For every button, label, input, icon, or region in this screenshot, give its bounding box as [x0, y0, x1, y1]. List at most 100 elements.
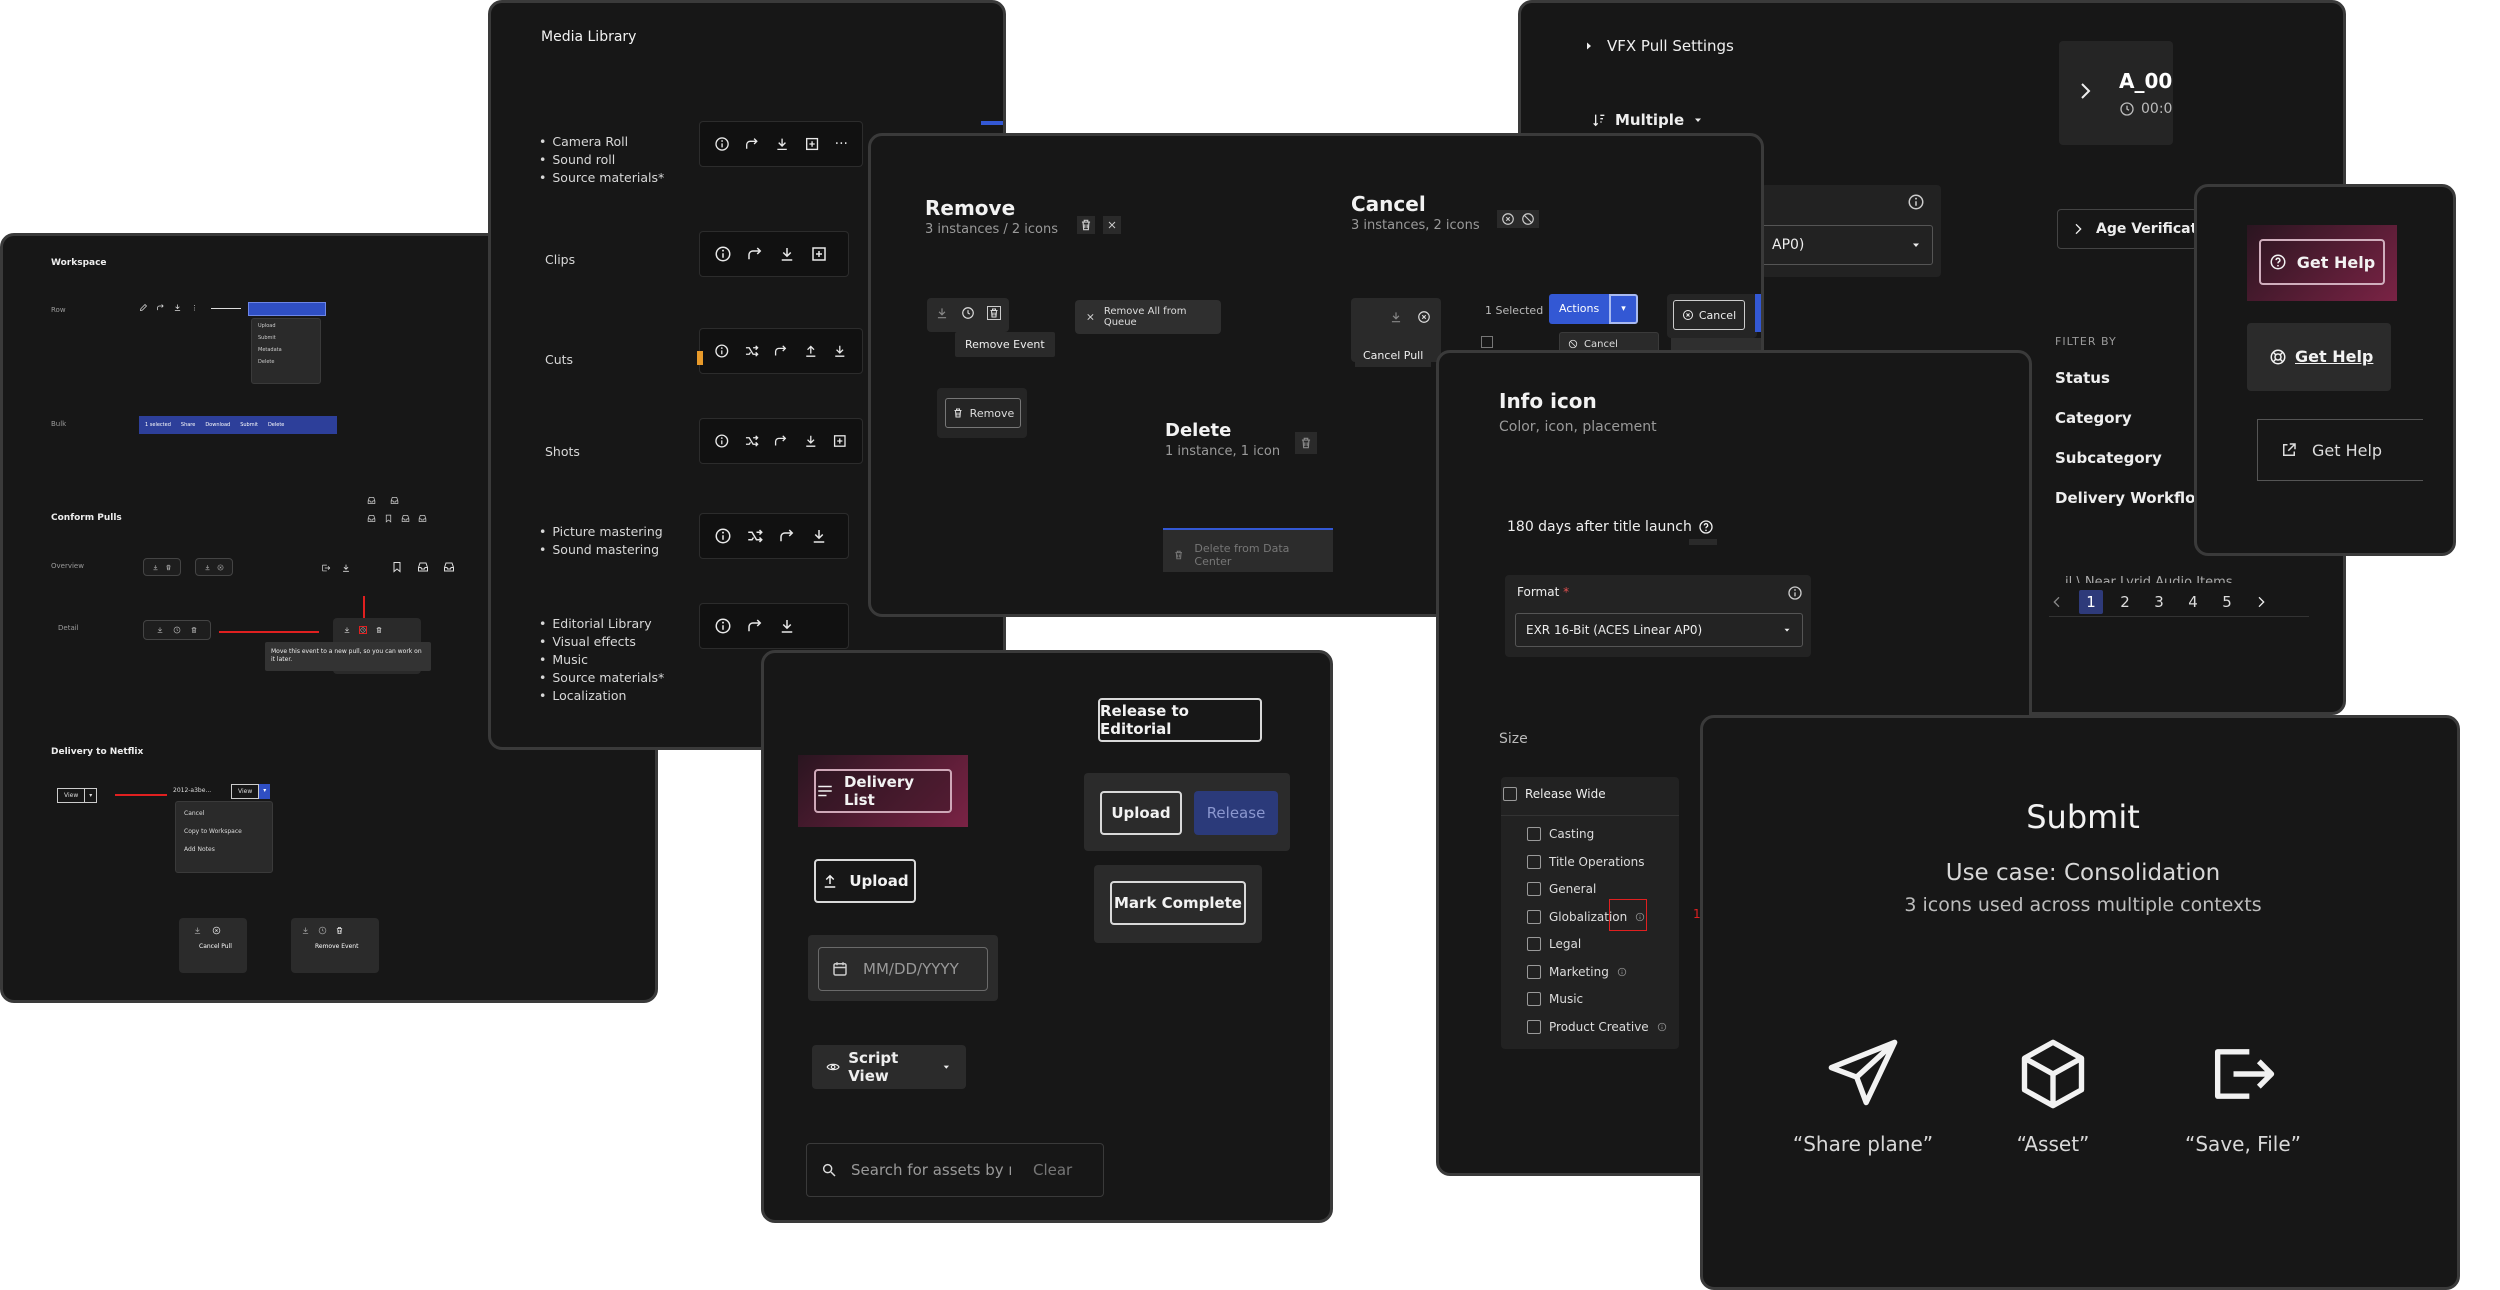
checkbox[interactable]	[1527, 854, 1541, 869]
merge-icon[interactable]	[744, 342, 760, 360]
filter-item[interactable]: Category	[2055, 409, 2209, 427]
row-menu-item[interactable]: Metadata	[258, 347, 314, 353]
info-icon[interactable]	[714, 135, 730, 153]
download-icon[interactable]	[193, 926, 202, 935]
download-icon[interactable]	[810, 527, 828, 545]
release-wide-row[interactable]: Release Wide	[1503, 787, 1606, 801]
info-icon[interactable]	[1907, 193, 1925, 211]
trash-icon[interactable]	[335, 926, 344, 935]
search-field[interactable]: Search for assets by nar Clear	[806, 1143, 1104, 1197]
view-button-active[interactable]: View	[231, 784, 260, 799]
info-icon[interactable]	[1787, 585, 1803, 601]
media-item[interactable]: • Localization	[539, 687, 664, 705]
share-icon[interactable]	[778, 527, 796, 545]
format-select[interactable]: EXR 16-Bit (ACES Linear AP0)	[1515, 613, 1803, 647]
add-box-icon[interactable]	[832, 432, 848, 450]
more-icon[interactable]: ···	[835, 136, 848, 152]
actions-caret[interactable]: ▾	[1609, 294, 1638, 324]
add-box-icon[interactable]	[810, 245, 828, 263]
media-item[interactable]: • Source materials*	[539, 669, 664, 687]
trash-icon[interactable]	[165, 564, 172, 571]
media-item[interactable]: • Sound mastering	[539, 541, 663, 559]
view-caret-active[interactable]: ▾	[259, 784, 271, 799]
info-icon[interactable]	[714, 342, 730, 360]
clock-icon[interactable]	[359, 626, 367, 634]
download-icon[interactable]	[152, 564, 159, 571]
media-item[interactable]: • Picture mastering	[539, 523, 663, 541]
page-number[interactable]: 1	[2079, 589, 2103, 614]
bulk-item[interactable]: Delete	[268, 422, 284, 428]
share-icon[interactable]	[746, 245, 764, 263]
clock-icon[interactable]	[318, 926, 327, 935]
date-input[interactable]: MM/DD/YYYY	[818, 947, 988, 991]
bulk-item[interactable]: 1 selected	[145, 422, 171, 428]
checkbox[interactable]	[1527, 992, 1541, 1006]
download-icon[interactable]	[935, 306, 949, 320]
help-icon[interactable]	[1698, 519, 1714, 535]
export-icon[interactable]	[321, 563, 331, 573]
media-item[interactable]: Shots	[545, 443, 580, 461]
clock-icon[interactable]	[961, 306, 975, 320]
release-wide-checkbox[interactable]	[1503, 787, 1517, 801]
cancel-icon[interactable]	[1417, 310, 1431, 324]
mark-complete-button[interactable]: Mark Complete	[1110, 881, 1246, 925]
release-button[interactable]: Release	[1194, 791, 1278, 835]
upload-icon-button[interactable]: Upload	[814, 859, 916, 903]
trash-icon[interactable]	[375, 626, 383, 634]
upload-icon[interactable]	[803, 342, 819, 360]
asset-card[interactable]: A_00 00:0	[2059, 41, 2173, 145]
checkbox[interactable]	[1527, 882, 1541, 896]
download-icon[interactable]	[341, 563, 351, 573]
add-box-icon[interactable]	[804, 135, 820, 153]
share-icon[interactable]	[744, 135, 760, 153]
bookmark-icon[interactable]	[391, 561, 403, 573]
page-number[interactable]: 2	[2113, 590, 2137, 614]
row-menu-item[interactable]: Delete	[258, 359, 314, 365]
inbox-icon[interactable]	[443, 561, 455, 573]
category-checkbox-row[interactable]: Title Operations	[1527, 854, 1667, 869]
actions-button[interactable]: Actions	[1549, 294, 1610, 324]
cancel-button[interactable]: Cancel	[1673, 300, 1745, 330]
media-item[interactable]: • Editorial Library	[539, 615, 664, 633]
download-icon[interactable]	[173, 303, 182, 312]
get-help-button-2[interactable]: Get Help	[2269, 347, 2373, 366]
bulk-item[interactable]: Share	[181, 422, 195, 428]
download-icon[interactable]	[803, 432, 819, 450]
clear-button[interactable]: Clear	[1033, 1161, 1072, 1179]
vfx-header[interactable]: VFX Pull Settings	[1583, 37, 1734, 55]
row-menu-item[interactable]: Upload	[258, 323, 314, 329]
category-checkbox-row[interactable]: Casting	[1527, 827, 1667, 841]
page-number[interactable]: 4	[2181, 590, 2205, 614]
remove-button[interactable]: Remove	[945, 398, 1021, 428]
download-icon[interactable]	[778, 245, 796, 263]
info-icon[interactable]	[1617, 967, 1627, 977]
pencil-icon[interactable]	[139, 303, 148, 312]
download-icon[interactable]	[1389, 310, 1403, 324]
bulk-bar[interactable]: 1 selected Share Download Submit Delete	[139, 416, 337, 434]
page-number[interactable]: 3	[2147, 590, 2171, 614]
info-icon[interactable]	[714, 527, 732, 545]
more-icon[interactable]: ⋮	[190, 303, 199, 312]
media-item[interactable]: • Sound roll	[539, 151, 664, 169]
inbox-icon[interactable]	[417, 561, 429, 573]
filter-item[interactable]: Status	[2055, 369, 2209, 387]
media-item[interactable]: • Source materials*	[539, 169, 664, 187]
delivery-menu-item[interactable]: Add Notes	[184, 846, 264, 853]
page-number[interactable]: 5	[2215, 590, 2239, 614]
chevron-right-icon[interactable]	[2253, 594, 2269, 610]
media-item[interactable]: • Camera Roll	[539, 133, 664, 151]
actions-split-button[interactable]: Actions ▾	[1549, 294, 1638, 324]
merge-icon[interactable]	[746, 527, 764, 545]
category-checkbox-row[interactable]: Music	[1527, 992, 1667, 1006]
bulk-item[interactable]: Download	[205, 422, 230, 428]
checkbox[interactable]	[1527, 937, 1541, 951]
delete-dc-button[interactable]: Delete from Data Center	[1163, 530, 1333, 580]
filter-item[interactable]: Subcategory	[2055, 449, 2209, 467]
merge-icon[interactable]	[744, 432, 760, 450]
info-icon[interactable]	[1657, 1022, 1667, 1032]
checkbox[interactable]	[1527, 827, 1541, 841]
category-checkbox-row[interactable]: Marketing	[1527, 964, 1667, 979]
cancel-checkbox[interactable]	[1481, 336, 1493, 348]
share-icon[interactable]	[156, 303, 165, 312]
media-item[interactable]: • Visual effects	[539, 633, 664, 651]
